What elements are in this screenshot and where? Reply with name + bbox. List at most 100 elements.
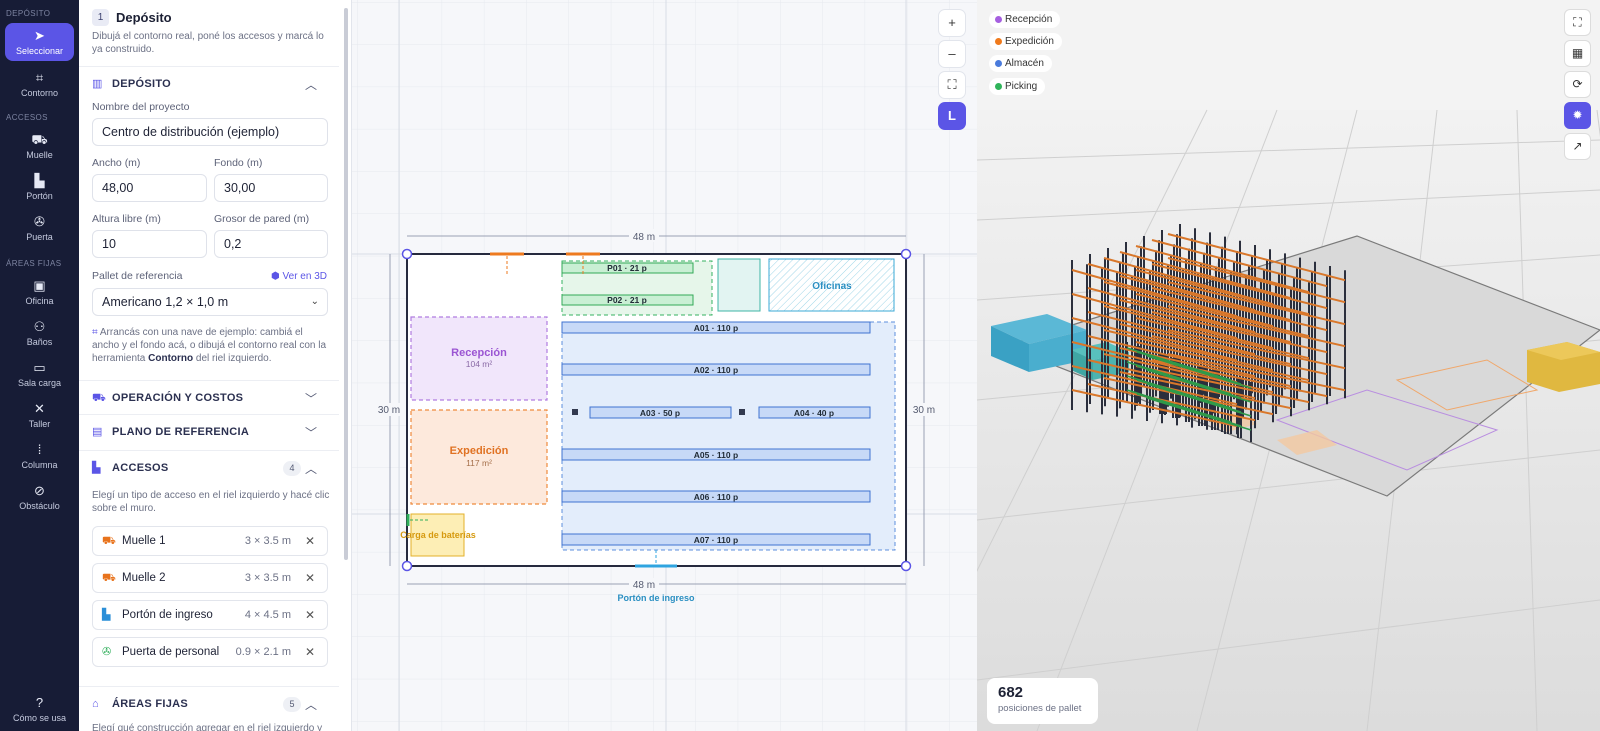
section-areas-header[interactable]: ⌂ ÁREAS FIJAS 5 ︿ [79,686,339,720]
rack-p01[interactable]: P01 · 21 p [561,262,694,274]
fit-view-button[interactable]: ⛶ [938,71,966,99]
areas-hint: Elegí qué construcción agregar en el rie… [92,723,323,731]
access-row-puerta[interactable]: ✇ Puerta de personal 0.9 × 2.1 m ✕ [92,637,328,667]
section-count-badge: 5 [283,697,301,712]
restroom-icon: ⚇ [33,319,46,334]
grid-toggle-button[interactable]: ▦ [1564,40,1591,67]
rack-a06[interactable]: A06 · 110 p [561,490,871,503]
column-marker[interactable] [739,409,745,415]
panel-scrollbar[interactable] [344,8,348,560]
access-row-porton[interactable]: ▙ Portón de ingreso 4 × 4.5 m ✕ [92,600,328,630]
export-button[interactable]: ↗ [1564,133,1591,160]
chevron-up-icon: ︿ [304,78,317,92]
rail-item-muelle[interactable]: ⛟ Muelle [5,127,74,165]
rack-label: A02 · 110 p [694,365,738,375]
rail-item-puerta[interactable]: ✇ Puerta [5,209,74,247]
tools-icon: ✕ [34,401,45,416]
legend-label: Picking [1005,81,1038,92]
rail-item-banos[interactable]: ⚇ Baños [5,314,74,352]
close-icon[interactable]: ✕ [305,645,315,659]
column-marker[interactable] [572,409,578,415]
close-icon[interactable]: ✕ [305,608,315,622]
view-3d-link-label: Ver en 3D [282,271,327,282]
expedicion-label: Expedición [450,445,509,457]
project-name-label: Nombre del proyecto [92,101,190,113]
view-3d-svg [977,0,1600,731]
pallet-select-value: Americano 1,2 × 1,0 m [102,295,229,309]
fixed-area-small[interactable] [717,258,761,312]
section-plano-header[interactable]: ▤ PLANO DE REFERENCIA ﹀ [79,414,339,448]
pallet-positions-value: 682 [998,684,1024,701]
rack-a02[interactable]: A02 · 110 p [561,363,871,376]
zoom-in-button[interactable]: + [938,9,966,37]
legend-label: Expedición [1005,36,1054,47]
pallet-positions-card: 682 posiciones de pallet [987,678,1098,724]
rack-a07[interactable]: A07 · 110 p [561,533,871,546]
corner-handle[interactable] [401,248,413,260]
project-name-input[interactable]: Centro de distribución (ejemplo) [92,118,328,146]
legend-label: Almacén [1005,58,1044,69]
rack-p02[interactable]: P02 · 21 p [561,294,694,306]
orthogonal-mode-button[interactable]: L [938,102,966,130]
pallet-select[interactable]: Americano 1,2 × 1,0 m ⌄ [92,288,328,316]
height-input[interactable]: 10 [92,230,207,258]
access-row-muelle-2[interactable]: ⛟ Muelle 2 3 × 3.5 m ✕ [92,563,328,593]
depth-label: Fondo (m) [214,157,263,169]
settings-button[interactable]: ✹ [1564,102,1591,129]
depth-input[interactable]: 30,00 [214,174,328,202]
pallet-positions-label: posiciones de pallet [998,703,1082,714]
close-icon[interactable]: ✕ [305,571,315,585]
access-size: 3 × 3.5 m [244,535,291,547]
wall-label: Grosor de pared (m) [214,213,310,225]
width-input[interactable]: 48,00 [92,174,207,202]
section-deposito-header[interactable]: ▥ DEPÓSITO ︿ [79,66,339,100]
reset-view-button[interactable]: ⟳ [1564,71,1591,98]
rail-item-columna[interactable]: ⁞ Columna [5,437,74,475]
rail-item-obstaculo[interactable]: ⊘ Obstáculo [5,478,74,516]
rail-item-porton[interactable]: ▙ Portón [5,168,74,206]
legend-dot [995,16,1002,23]
rack-a04[interactable]: A04 · 40 p [758,406,871,419]
contour-icon: ⌗ [92,327,100,338]
rail-item-label: Obstáculo [19,501,60,511]
view-3d-canvas[interactable] [977,0,1600,731]
rail-item-oficina[interactable]: ▣ Oficina [5,273,74,311]
cube-icon: ⬢ [271,271,283,282]
rail-item-taller[interactable]: ✕ Taller [5,396,74,434]
settings-panel: 1 Depósito Dibujá el contorno real, poné… [79,0,352,731]
almacen-area[interactable] [561,321,896,551]
rack-a01[interactable]: A01 · 110 p [561,321,871,334]
rail-item-label: Puerta [26,232,53,242]
section-title: OPERACIÓN Y COSTOS [112,392,244,404]
step-number: 1 [92,9,109,26]
rail-item-help[interactable]: ? Cómo se usa [5,690,74,728]
wall-input[interactable]: 0,2 [214,230,328,258]
close-icon[interactable]: ✕ [305,534,315,548]
panel-subtitle: Dibujá el contorno real, poné los acceso… [92,31,324,55]
rack-a05[interactable]: A05 · 110 p [561,448,871,461]
legend-dot [995,38,1002,45]
legend-picking: Picking [989,78,1046,95]
rack-a03[interactable]: A03 · 50 p [589,406,732,419]
access-name: Portón de ingreso [122,609,213,621]
rail-item-seleccionar[interactable]: ➤ Seleccionar [5,23,74,61]
access-name: Muelle 2 [122,572,166,584]
rail-item-sala-carga[interactable]: ▭ Sala carga [5,355,74,393]
corner-handle[interactable] [401,560,413,572]
gate-label: Portón de ingreso [617,593,695,603]
access-row-muelle-1[interactable]: ⛟ Muelle 1 3 × 3.5 m ✕ [92,526,328,556]
section-accesos-header[interactable]: ▙ ACCESOS 4 ︿ [79,450,339,484]
view-3d-link[interactable]: ⬢ Ver en 3D [271,271,327,282]
section-operacion-header[interactable]: ⛟ OPERACIÓN Y COSTOS ﹀ [79,380,339,414]
expedicion-area[interactable] [410,409,548,505]
floor-plan-canvas[interactable]: 48 m 48 m 30 m 30 m Oficinas Recepción 1… [352,0,977,731]
fullscreen-button[interactable]: ⛶ [1564,9,1591,36]
gate-icon: ▙ [92,462,101,474]
rail-item-contorno[interactable]: ⌗ Contorno [5,65,74,103]
chevron-down-icon: ﹀ [304,392,317,406]
corner-handle[interactable] [900,560,912,572]
dock-icon: ⛟ [102,535,116,547]
corner-handle[interactable] [900,248,912,260]
width-label: Ancho (m) [92,157,141,169]
zoom-out-button[interactable]: – [938,40,966,68]
